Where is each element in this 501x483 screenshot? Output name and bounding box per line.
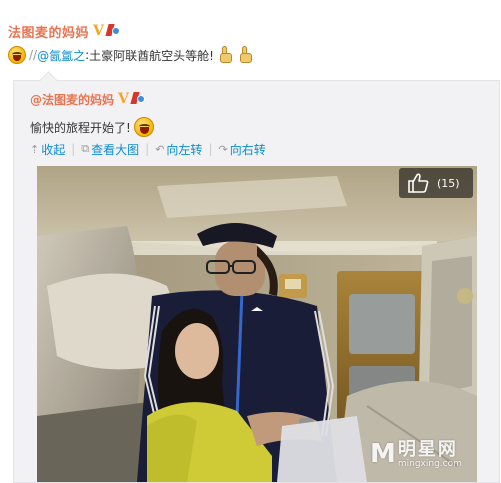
medal-icon[interactable] — [130, 92, 145, 106]
rotate-right-label: 向右转 — [229, 142, 266, 157]
repost-separator: // — [29, 48, 38, 62]
collapse-label: 收起 — [41, 142, 66, 157]
watermark-logo: M — [370, 439, 396, 469]
laugh-emoji-icon — [8, 46, 26, 64]
like-count: (15) — [437, 176, 460, 190]
medal-icon[interactable] — [105, 24, 120, 38]
mention-link[interactable]: @氤氲之 — [37, 47, 85, 64]
watermark-url: mingxing.com — [397, 459, 462, 469]
rotate-left-button[interactable]: ↶ 向左转 — [155, 141, 202, 158]
image-actions: ⇡ 收起 | ⧉ 查看大图 | ↶ 向左转 | ↷ 向右转 — [30, 141, 266, 157]
original-author-row: @法图麦的妈妈 V — [30, 89, 145, 109]
view-large-label: 查看大图 — [91, 142, 140, 157]
thumbs-up-emoji-icon — [238, 46, 254, 64]
view-large-button[interactable]: ⧉ 查看大图 — [81, 141, 139, 158]
status-body: 土豪阿联酋航空头等舱! — [89, 48, 214, 63]
original-author-name[interactable]: @法图麦的妈妈 — [30, 91, 114, 108]
watermark-text: 明星网 mingxing.com — [398, 435, 462, 469]
post-status-text: // @氤氲之 : 土豪阿联酋航空头等舱! — [8, 44, 254, 66]
rotate-right-button[interactable]: ↷ 向右转 — [218, 141, 265, 158]
enlarge-icon: ⧉ — [81, 142, 90, 155]
post-author-row: 法图麦的妈妈 V — [8, 20, 120, 42]
divider: | — [208, 142, 213, 156]
thumbs-up-emoji-icon — [218, 46, 234, 64]
up-arrow-icon: ⇡ — [30, 142, 40, 156]
thumbs-up-icon — [408, 173, 429, 193]
watermark-name: 明星网 — [397, 439, 458, 460]
rotate-left-label: 向左转 — [166, 142, 203, 157]
weibo-post: 法图麦的妈妈 V // @氤氲之 : 土豪阿联酋航空头等舱! @法图麦的妈妈 V… — [0, 0, 501, 483]
verified-icon[interactable]: V — [93, 23, 104, 39]
rotate-right-icon: ↷ — [218, 142, 228, 156]
reposted-content: @法图麦的妈妈 V 愉快的旅程开始了! ⇡ 收起 | ⧉ 查看大图 | ↶ 向左… — [13, 80, 500, 483]
site-watermark: M 明星网 mingxing.com — [370, 435, 462, 469]
original-text: 愉快的旅程开始了! — [30, 120, 131, 135]
collapse-button[interactable]: ⇡ 收起 — [30, 141, 65, 158]
original-text-row: 愉快的旅程开始了! — [30, 117, 154, 137]
divider: | — [145, 142, 150, 156]
post-author-name[interactable]: 法图麦的妈妈 — [8, 22, 89, 41]
laugh-emoji-icon — [133, 117, 154, 137]
like-button[interactable]: (15) — [399, 168, 473, 198]
divider: | — [71, 142, 76, 156]
rotate-left-icon: ↶ — [155, 142, 165, 156]
verified-icon[interactable]: V — [118, 91, 129, 107]
